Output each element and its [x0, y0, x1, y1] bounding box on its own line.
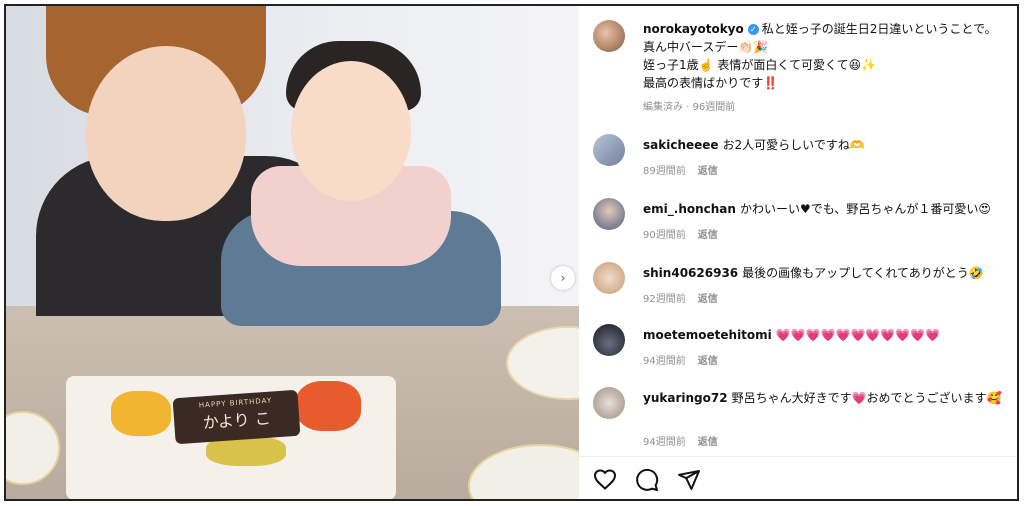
caption-line1: 私と姪っ子の誕生日2日違いということで。	[761, 22, 997, 36]
post-photo[interactable]: HAPPY BIRTHDAY かより こ ›	[6, 6, 579, 500]
avatar[interactable]	[593, 198, 625, 230]
avatar[interactable]	[593, 262, 625, 294]
comment-text: かわいーい♥でも、野呂ちゃんが１番可愛い😍	[739, 202, 991, 216]
divider	[579, 456, 1019, 457]
comment-item: sakicheeee お2人可愛らしいですね🫶 89週間前 返信	[593, 134, 1013, 184]
post-caption: norokayotokyo ✓ 私と姪っ子の誕生日2日違いということで。 真ん中バー…	[593, 20, 1013, 113]
comment-username[interactable]: emi_.honchan	[643, 202, 736, 216]
reply-button[interactable]: 返信	[698, 166, 718, 177]
avatar[interactable]	[593, 134, 625, 166]
share-icon[interactable]	[677, 468, 701, 492]
photo-woman-face	[86, 46, 246, 221]
action-bar	[593, 468, 701, 492]
chevron-right-icon: ›	[560, 271, 566, 285]
comment-text: 💗💗💗💗💗💗💗💗💗💗💗	[775, 328, 941, 342]
comment-time: 89週間前	[643, 166, 686, 177]
comment-time: 94週間前	[643, 437, 686, 448]
comment-username[interactable]: moetemoetehitomi	[643, 328, 772, 342]
verified-badge-icon: ✓	[747, 24, 759, 35]
caption-line3: 姪っ子1歳☝️ 表情が面白くて可愛くて😆✨	[643, 58, 877, 72]
comment-time: 92週間前	[643, 294, 686, 305]
comment-username[interactable]: yukaringo72	[643, 391, 728, 405]
comment-time: 94週間前	[643, 356, 686, 367]
next-image-button[interactable]: ›	[551, 266, 575, 290]
comment-text: 最後の画像もアップしてくれてありがとう🤣	[742, 266, 984, 280]
author-avatar[interactable]	[593, 20, 625, 52]
comment-item: yukaringo72 野呂ちゃん大好きです💗おめでとうございます🥰 94週間前 返…	[593, 387, 1013, 453]
heart-icon[interactable]	[593, 468, 617, 492]
comment-item: shin40626936 最後の画像もアップしてくれてありがとう🤣 92週間前 返信	[593, 262, 1013, 312]
comment-text: お2人可愛らしいですね🫶	[722, 138, 865, 152]
comment-username[interactable]: sakicheeee	[643, 138, 719, 152]
caption-line4: 最高の表情ばかりです‼️	[643, 76, 779, 90]
reply-button[interactable]: 返信	[698, 294, 718, 305]
comment-text: 野呂ちゃん大好きです💗おめでとうございます🥰	[731, 391, 1002, 405]
comment-icon[interactable]	[635, 468, 659, 492]
reply-button[interactable]: 返信	[698, 437, 718, 448]
instagram-post: HAPPY BIRTHDAY かより こ › norokayotokyo ✓ 私と姪…	[0, 0, 1024, 506]
comments-panel: norokayotokyo ✓ 私と姪っ子の誕生日2日違いということで。 真ん中バー…	[579, 6, 1019, 500]
reply-button[interactable]: 返信	[698, 356, 718, 367]
comment-time: 90週間前	[643, 230, 686, 241]
comment-item: moetemoetehitomi 💗💗💗💗💗💗💗💗💗💗💗 94週間前 返信	[593, 324, 1013, 374]
avatar[interactable]	[593, 324, 625, 356]
caption-line2: 真ん中バースデー👏🏻🎉	[643, 40, 769, 54]
photo-girl-face	[291, 61, 411, 201]
photo-fruit	[111, 391, 171, 436]
photo-fruit	[296, 381, 361, 431]
author-username[interactable]: norokayotokyo	[643, 22, 744, 36]
comment-username[interactable]: shin40626936	[643, 266, 738, 280]
caption-meta: 編集済み · 96週間前	[643, 102, 736, 113]
reply-button[interactable]: 返信	[698, 230, 718, 241]
comment-item: emi_.honchan かわいーい♥でも、野呂ちゃんが１番可愛い😍 90週間前 返…	[593, 198, 1013, 248]
avatar[interactable]	[593, 387, 625, 419]
cake-plaque: HAPPY BIRTHDAY かより こ	[172, 389, 301, 445]
